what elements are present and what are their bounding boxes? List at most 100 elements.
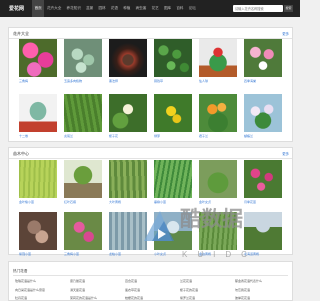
nav-item[interactable]: 论坛: [186, 0, 198, 17]
article-link[interactable]: 勿忘我花语: [235, 288, 290, 292]
article-link[interactable]: 满天星花语: [70, 288, 125, 292]
divider: [13, 275, 288, 276]
article-link[interactable]: 牡丹花语: [15, 296, 70, 300]
article-link[interactable]: 兰花花语: [180, 279, 235, 283]
flower-caption[interactable]: 蝴蝶兰: [244, 134, 282, 138]
flower-caption[interactable]: 玉露多肉植物: [64, 79, 102, 83]
flower-card[interactable]: 绿萝: [154, 94, 192, 138]
flower-image: [244, 94, 282, 132]
nursery-image: [64, 212, 102, 250]
flower-card[interactable]: 铜钱草: [154, 39, 192, 83]
article-link[interactable]: 薰衣草花语: [125, 288, 180, 292]
panel-title: 花卉大全: [13, 31, 29, 36]
nursery-image: [109, 160, 147, 198]
link-list: 玫瑰花语是什么 康乃馨花语 百合花语 兰花花语 郁金香花语代表什么 向日葵花语是…: [15, 279, 290, 300]
flower-caption[interactable]: 铜钱草: [154, 79, 192, 83]
nursery-image: [199, 160, 237, 198]
search-button[interactable]: 搜索: [284, 5, 293, 12]
nursery-card[interactable]: 紫薇小苗: [19, 212, 57, 256]
nursery-card[interactable]: 金叶榆小苗: [19, 160, 57, 204]
flower-image: [244, 39, 282, 77]
flower-image: [109, 39, 147, 77]
nursery-card[interactable]: 月季花苗: [244, 160, 282, 204]
article-link[interactable]: 康乃馨花语: [70, 279, 125, 283]
flower-caption[interactable]: 黑法师: [109, 79, 147, 83]
nav-item[interactable]: 花语: [108, 0, 120, 17]
top-navbar: 爱花网 首页 花卉大全 养花知识 盆景 园林 花语 种植 病虫害 花艺 图库 百…: [0, 0, 300, 17]
nursery-card[interactable]: 三角梅小苗: [64, 212, 102, 256]
flower-caption[interactable]: 仙人球: [199, 79, 237, 83]
article-link[interactable]: 郁金香花语代表什么: [235, 279, 290, 283]
nav-item[interactable]: 花艺: [149, 0, 161, 17]
more-link[interactable]: 更多: [282, 151, 289, 156]
nursery-caption[interactable]: 紫薇小苗: [19, 252, 57, 256]
nursery-card[interactable]: 金叶女贞: [199, 160, 237, 204]
nursery-image: [19, 160, 57, 198]
panel-title: 热门花语: [13, 269, 28, 273]
nursery-caption[interactable]: 红叶石楠: [64, 200, 102, 204]
flower-card[interactable]: 三角梅: [19, 39, 57, 83]
nursery-image: [154, 160, 192, 198]
nav-item[interactable]: 种植: [121, 0, 133, 17]
flower-image: [199, 94, 237, 132]
flower-card[interactable]: 栀子花: [109, 94, 147, 138]
article-link[interactable]: 向日葵花语是什么意思: [15, 288, 70, 292]
flower-caption[interactable]: 十二卷: [19, 134, 57, 138]
main-nav: 首页 花卉大全 养花知识 盆景 园林 花语 种植 病虫害 花艺 图库 百科 论坛: [32, 0, 198, 17]
panel-header: 苗木中心 更多: [9, 148, 292, 159]
watermark-subtext: KUIDC: [182, 250, 257, 259]
flower-image: [19, 94, 57, 132]
watermark-text: 酷数据: [180, 207, 243, 231]
article-link[interactable]: 茉莉花的花语是什么: [70, 296, 125, 300]
nav-item[interactable]: 图库: [161, 0, 173, 17]
flower-image: [19, 39, 57, 77]
nursery-card[interactable]: 红叶石楠: [64, 160, 102, 204]
nav-item-home[interactable]: 首页: [32, 0, 45, 17]
panel-title: 苗木中心: [13, 151, 29, 156]
nursery-card[interactable]: 垂柳小苗: [154, 160, 192, 204]
article-link[interactable]: 紫罗兰花语: [180, 296, 235, 300]
watermark-logo-icon: [144, 211, 174, 241]
flower-caption[interactable]: 虎尾兰: [64, 134, 102, 138]
nursery-image: [19, 212, 57, 250]
flower-image: [154, 39, 192, 77]
flower-card[interactable]: 蝴蝶兰: [244, 94, 282, 138]
site-logo[interactable]: 爱花网: [9, 5, 24, 12]
flower-card[interactable]: 玉露多肉植物: [64, 39, 102, 83]
flower-encyclopedia-panel: 花卉大全 更多 三角梅 玉露多肉植物 黑法师 铜钱草 仙人球 四季海棠 十二卷 …: [8, 27, 293, 142]
nav-item[interactable]: 园林: [96, 0, 108, 17]
flower-caption[interactable]: 君子兰: [199, 134, 237, 138]
article-link[interactable]: 栀子花的花语: [180, 288, 235, 292]
more-link[interactable]: 更多: [282, 31, 289, 36]
nav-item[interactable]: 养花知识: [64, 0, 84, 17]
nav-item[interactable]: 盆景: [84, 0, 96, 17]
flower-card[interactable]: 黑法师: [109, 39, 147, 83]
flower-image: [154, 94, 192, 132]
flower-card[interactable]: 虎尾兰: [64, 94, 102, 138]
flower-image: [64, 94, 102, 132]
article-link[interactable]: 彼岸花花语: [235, 296, 290, 300]
flower-card[interactable]: 十二卷: [19, 94, 57, 138]
flower-card[interactable]: 四季海棠: [244, 39, 282, 83]
nursery-image: [64, 160, 102, 198]
nursery-card[interactable]: 大叶黄杨: [109, 160, 147, 204]
nav-item[interactable]: 花卉大全: [44, 0, 64, 17]
search-input[interactable]: [233, 5, 283, 12]
nav-item[interactable]: 百科: [174, 0, 186, 17]
nursery-caption[interactable]: 金叶榆小苗: [19, 200, 57, 204]
article-link[interactable]: 桔梗花的花语: [125, 296, 180, 300]
nursery-caption[interactable]: 三角梅小苗: [64, 252, 102, 256]
nav-item[interactable]: 病虫害: [133, 0, 149, 17]
flower-image: [109, 94, 147, 132]
panel-header: 花卉大全 更多: [9, 28, 292, 39]
article-link[interactable]: 玫瑰花语是什么: [15, 279, 70, 283]
flower-caption[interactable]: 绿萝: [154, 134, 192, 138]
flower-caption[interactable]: 三角梅: [19, 79, 57, 83]
article-link[interactable]: 百合花语: [125, 279, 180, 283]
flower-card[interactable]: 仙人球: [199, 39, 237, 83]
flower-caption[interactable]: 栀子花: [109, 134, 147, 138]
nursery-image: [244, 160, 282, 198]
flower-card[interactable]: 君子兰: [199, 94, 237, 138]
flower-image: [64, 39, 102, 77]
flower-caption[interactable]: 四季海棠: [244, 79, 282, 83]
